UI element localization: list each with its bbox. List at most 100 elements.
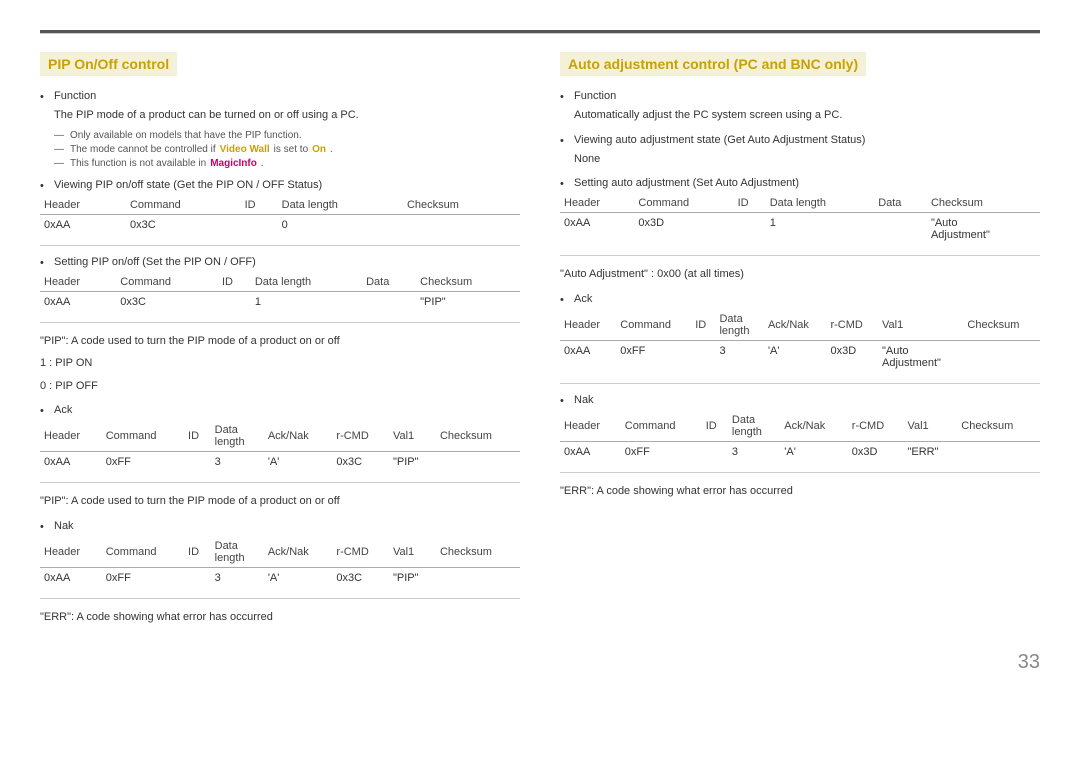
col-rcmd: r-CMD: [332, 537, 389, 568]
bullet-icon-r2: •: [560, 135, 568, 147]
cell-id-r2: [691, 340, 715, 373]
col-id-r2: ID: [691, 310, 715, 341]
col-data-r3: Datalength: [728, 411, 780, 442]
pip-note4: "PIP": A code used to turn the PIP mode …: [40, 493, 520, 510]
page-number: 33: [40, 651, 1040, 674]
cell-checksum: [403, 214, 520, 235]
col-header-r3: Header: [560, 411, 621, 442]
col-checksum-r2: Checksum: [963, 310, 1040, 341]
cell-rcmd: 0x3C: [332, 567, 389, 588]
col-datalength: Data length: [251, 273, 362, 292]
nak-label-r: Nak: [574, 394, 594, 406]
function-desc-r: Automatically adjust the PC system scree…: [560, 107, 1040, 124]
pip-note3: 0 : PIP OFF: [40, 378, 520, 395]
bullet-icon-r5: •: [560, 395, 568, 407]
col-header-r2: Header: [560, 310, 616, 341]
col-checksum-r3: Checksum: [957, 411, 1040, 442]
bullet-icon-4: •: [40, 405, 48, 417]
table2-wrapper-r: Header Command ID Datalength Ack/Nak r-C…: [560, 310, 1040, 373]
col-header-r: Header: [560, 194, 634, 213]
right-column: Auto adjustment control (PC and BNC only…: [560, 52, 1040, 631]
ack-label: Ack: [54, 404, 72, 416]
col-id: ID: [184, 537, 211, 568]
cell-header: 0xAA: [40, 291, 116, 312]
col-command-r3: Command: [621, 411, 702, 442]
table3: Header Command ID Datalength Ack/Nak r-C…: [40, 421, 520, 472]
err-note-r: "ERR": A code showing what error has occ…: [560, 483, 1040, 500]
table4: Header Command ID Datalength Ack/Nak r-C…: [40, 537, 520, 588]
col-acknak: Ack/Nak: [264, 421, 333, 452]
table2-row-r: 0xAA 0xFF 3 'A' 0x3D "AutoAdjustment": [560, 340, 1040, 373]
col-val1-r3: Val1: [903, 411, 957, 442]
cell-val1-r3: "ERR": [903, 441, 957, 462]
ack-item: • Ack: [40, 404, 520, 417]
col-id: ID: [218, 273, 251, 292]
cell-data-r: [874, 213, 927, 246]
cell-data: [362, 291, 416, 312]
auto-note: "Auto Adjustment" : 0x00 (at all times): [560, 266, 1040, 283]
col-header: Header: [40, 196, 126, 215]
col-command-r: Command: [634, 194, 733, 213]
col-datalength: Data length: [278, 196, 403, 215]
cell-checksum-r: "AutoAdjustment": [927, 213, 1040, 246]
left-section-title: PIP On/Off control: [40, 52, 177, 76]
note-2: The mode cannot be controlled if Video W…: [40, 144, 520, 155]
table3-row-r: 0xAA 0xFF 3 'A' 0x3D "ERR": [560, 441, 1040, 462]
viewing-value-r: None: [560, 151, 1040, 168]
col-id: ID: [184, 421, 211, 452]
viewing-label: Viewing PIP on/off state (Get the PIP ON…: [54, 179, 322, 191]
col-id: ID: [241, 196, 278, 215]
col-checksum: Checksum: [403, 196, 520, 215]
table3-r: Header Command ID Datalength Ack/Nak r-C…: [560, 411, 1040, 462]
cell-command: 0xFF: [102, 452, 184, 473]
col-val1: Val1: [389, 537, 436, 568]
bullet-icon-r3: •: [560, 178, 568, 190]
cell-header: 0xAA: [40, 452, 102, 473]
cell-datalength-r: 1: [766, 213, 875, 246]
cell-val1-r2: "AutoAdjustment": [878, 340, 963, 373]
ack-label-r: Ack: [574, 293, 592, 305]
table4-wrapper: Header Command ID Datalength Ack/Nak r-C…: [40, 537, 520, 588]
col-command-r2: Command: [616, 310, 691, 341]
table1-r: Header Command ID Data length Data Check…: [560, 194, 1040, 245]
col-rcmd: r-CMD: [332, 421, 389, 452]
setting-item: • Setting PIP on/off (Set the PIP ON / O…: [40, 256, 520, 269]
col-datalength-r: Data length: [766, 194, 875, 213]
cell-checksum-r2: [963, 340, 1040, 373]
cell-id-r: [734, 213, 766, 246]
cell-checksum-r3: [957, 441, 1040, 462]
cell-datalength: 0: [278, 214, 403, 235]
setting-label-r: Setting auto adjustment (Set Auto Adjust…: [574, 177, 799, 189]
col-acknak-r2: Ack/Nak: [764, 310, 827, 341]
table1-wrapper-r: Header Command ID Data length Data Check…: [560, 194, 1040, 245]
col-checksum: Checksum: [436, 421, 520, 452]
cell-header: 0xAA: [40, 214, 126, 235]
col-command: Command: [102, 421, 184, 452]
cell-datalength-r2: 3: [715, 340, 763, 373]
table2-r: Header Command ID Datalength Ack/Nak r-C…: [560, 310, 1040, 373]
col-data: Datalength: [211, 421, 264, 452]
cell-rcmd-r3: 0x3D: [848, 441, 904, 462]
col-data-r2: Datalength: [715, 310, 763, 341]
setting-item-r: • Setting auto adjustment (Set Auto Adju…: [560, 177, 1040, 190]
col-command: Command: [126, 196, 241, 215]
note-3: This function is not available in MagicI…: [40, 158, 520, 169]
cell-rcmd-r2: 0x3D: [826, 340, 878, 373]
cell-checksum: "PIP": [416, 291, 520, 312]
viewing-item-r: • Viewing auto adjustment state (Get Aut…: [560, 134, 1040, 147]
table2-row: 0xAA 0x3C 1 "PIP": [40, 291, 520, 312]
col-val1: Val1: [389, 421, 436, 452]
cell-checksum: [436, 567, 520, 588]
table2-wrapper: Header Command ID Data length Data Check…: [40, 273, 520, 312]
cell-acknak-r3: 'A': [780, 441, 848, 462]
function-label-r: Function: [574, 90, 616, 102]
viewing-label-r: Viewing auto adjustment state (Get Auto …: [574, 134, 865, 146]
col-checksum: Checksum: [416, 273, 520, 292]
table1-wrapper: Header Command ID Data length Checksum 0…: [40, 196, 520, 235]
cell-command-r3: 0xFF: [621, 441, 702, 462]
cell-acknak: 'A': [264, 567, 333, 588]
pip-note1: "PIP": A code used to turn the PIP mode …: [40, 333, 520, 350]
note3-bold: MagicInfo: [210, 158, 257, 169]
err-note: "ERR": A code showing what error has occ…: [40, 609, 520, 626]
cell-command: 0xFF: [102, 567, 184, 588]
